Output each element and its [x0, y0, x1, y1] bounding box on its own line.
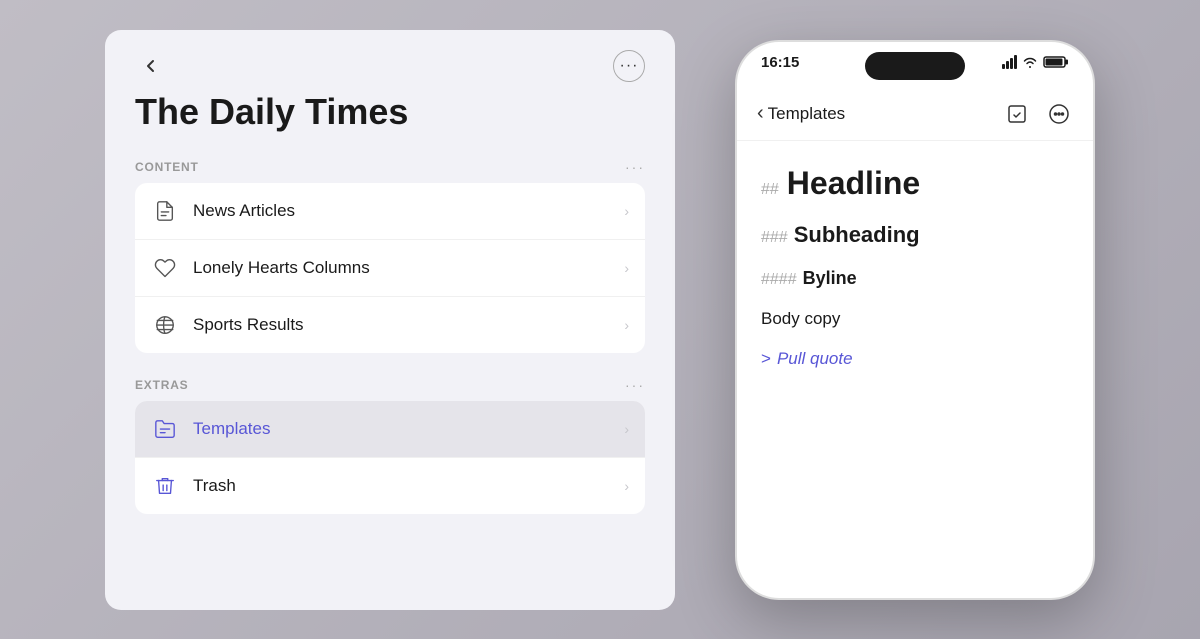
template-pull-quote: > Pull quote	[761, 349, 1069, 369]
heart-icon	[151, 254, 179, 282]
subheading-prefix: ###	[761, 229, 788, 247]
phone-nav-back-label: Templates	[768, 104, 845, 124]
folder-icon	[151, 415, 179, 443]
phone: 16:15	[735, 40, 1095, 600]
content-section-label: CONTENT	[135, 160, 199, 174]
phone-nav-bar: ‹ Templates	[737, 92, 1093, 141]
chevron-right-icon: ›	[624, 478, 629, 494]
extras-menu-list: Templates › Trash ›	[135, 401, 645, 514]
headline-prefix: ##	[761, 181, 779, 199]
back-button[interactable]	[135, 50, 167, 82]
menu-item-templates[interactable]: Templates ›	[135, 401, 645, 458]
trash-label: Trash	[193, 476, 624, 496]
battery-icon	[1043, 55, 1069, 69]
chevron-right-icon: ›	[624, 421, 629, 437]
scene: ··· The Daily Times CONTENT ···	[0, 0, 1200, 639]
phone-nav-actions	[1003, 100, 1073, 128]
pull-quote-text[interactable]: Pull quote	[777, 349, 853, 369]
lonely-hearts-label: Lonely Hearts Columns	[193, 258, 624, 278]
menu-item-news-articles[interactable]: News Articles ›	[135, 183, 645, 240]
extras-section-header: EXTRAS ···	[135, 377, 645, 393]
sports-results-label: Sports Results	[193, 315, 624, 335]
doc-icon	[151, 197, 179, 225]
phone-content: ## Headline ### Subheading #### Byline B…	[737, 141, 1093, 393]
panel-nav: ···	[135, 50, 645, 82]
menu-item-lonely-hearts[interactable]: Lonely Hearts Columns ›	[135, 240, 645, 297]
content-section-header: CONTENT ···	[135, 159, 645, 175]
compose-button[interactable]	[1003, 100, 1031, 128]
template-byline: #### Byline	[761, 268, 1069, 289]
byline-prefix: ####	[761, 271, 797, 289]
template-subheading: ### Subheading	[761, 222, 1069, 248]
menu-item-sports-results[interactable]: Sports Results ›	[135, 297, 645, 353]
back-chevron-icon: ‹	[757, 102, 764, 125]
sports-icon	[151, 311, 179, 339]
chevron-right-icon: ›	[624, 260, 629, 276]
status-icons	[1002, 55, 1069, 69]
phone-back-button[interactable]: ‹ Templates	[757, 102, 845, 125]
subheading-text[interactable]: Subheading	[794, 222, 920, 248]
dynamic-island	[865, 52, 965, 80]
phone-container: 16:15	[735, 40, 1095, 600]
more-options-button[interactable]: ···	[613, 50, 645, 82]
template-headline: ## Headline	[761, 165, 1069, 202]
signal-icon	[1002, 55, 1017, 69]
content-menu-list: News Articles › Lonely Hearts Columns ›	[135, 183, 645, 353]
template-body[interactable]: Body copy	[761, 309, 1069, 329]
panel-title: The Daily Times	[135, 92, 645, 132]
byline-text[interactable]: Byline	[803, 268, 857, 289]
menu-item-trash[interactable]: Trash ›	[135, 458, 645, 514]
left-panel: ··· The Daily Times CONTENT ···	[105, 30, 675, 610]
headline-text[interactable]: Headline	[787, 165, 920, 202]
extras-section-more[interactable]: ···	[625, 377, 645, 393]
chevron-right-icon: ›	[624, 317, 629, 333]
news-articles-label: News Articles	[193, 201, 624, 221]
templates-label: Templates	[193, 419, 624, 439]
phone-time: 16:15	[761, 54, 799, 71]
chevron-right-icon: ›	[624, 203, 629, 219]
extras-section-label: EXTRAS	[135, 378, 188, 392]
more-options-icon[interactable]	[1045, 100, 1073, 128]
wifi-icon	[1022, 55, 1038, 69]
trash-icon	[151, 472, 179, 500]
pull-quote-chevron: >	[761, 349, 771, 369]
content-section-more[interactable]: ···	[625, 159, 645, 175]
